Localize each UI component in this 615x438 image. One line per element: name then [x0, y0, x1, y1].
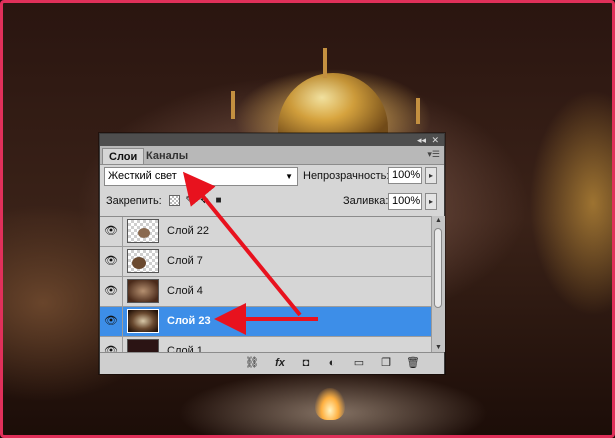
new-group-icon[interactable]: ▭ [351, 356, 367, 370]
blend-mode-value: Жесткий свет [108, 170, 177, 182]
collapse-icon[interactable]: ◂◂ [417, 134, 426, 146]
eye-icon[interactable]: 👁 [100, 307, 123, 336]
opacity-slider-button[interactable]: ▸ [425, 167, 437, 184]
spire [231, 91, 235, 119]
panel-titlebar[interactable]: ◂◂ ✕ [100, 134, 444, 146]
lock-all-icon[interactable]: ■ [213, 195, 224, 206]
layer-name: Слой 4 [167, 285, 203, 297]
tab-channels[interactable]: Каналы [140, 148, 194, 164]
fill-slider-button[interactable]: ▸ [425, 193, 437, 210]
lock-brush-icon[interactable]: ✎ [184, 195, 195, 206]
layer-row-selected[interactable]: 👁 Слой 23 [100, 307, 431, 337]
lock-label: Закрепить: [106, 195, 162, 207]
lock-transparency-icon[interactable] [169, 195, 180, 206]
layer-thumbnail [127, 249, 159, 273]
blend-mode-select[interactable]: Жесткий свет ▼ [104, 167, 298, 186]
layer-name: Слой 7 [167, 255, 203, 267]
layer-name: Слой 22 [167, 225, 210, 237]
delete-layer-icon[interactable]: 🗑 [405, 356, 421, 370]
close-icon[interactable]: ✕ [431, 134, 439, 146]
add-mask-icon[interactable]: ◘ [298, 356, 314, 370]
link-layers-icon[interactable]: ⛓ [244, 356, 260, 370]
layer-row[interactable]: 👁 Слой 1 [100, 337, 431, 353]
panel-menu-icon[interactable]: ▾☰ [427, 149, 440, 160]
layers-list: 👁 Слой 22 👁 Слой 7 👁 Слой 4 👁 Слой 23 👁 [100, 216, 431, 353]
layer-name: Слой 23 [167, 315, 211, 327]
lock-row: Закрепить: ✎ ✥ ■ Заливка: 100% ▸ [100, 193, 444, 213]
layer-name: Слой 1 [167, 345, 203, 353]
chevron-down-icon: ▼ [285, 172, 293, 181]
eye-icon[interactable]: 👁 [100, 277, 123, 306]
layer-thumbnail [127, 309, 159, 333]
blend-row: Жесткий свет ▼ Непрозрачность: 100% ▸ [100, 167, 444, 189]
layer-thumbnail [127, 279, 159, 303]
scroll-down-icon[interactable]: ▼ [432, 344, 445, 351]
fill-label: Заливка: [343, 195, 389, 207]
layers-toolbar: ⛓ fx ◘ ◐ ▭ ❐ 🗑 [100, 352, 444, 374]
tab-layers[interactable]: Слои [102, 148, 145, 164]
eye-icon[interactable]: 👁 [100, 247, 123, 276]
spire [323, 48, 327, 78]
opacity-label: Непрозрачность: [303, 170, 390, 182]
panel-tabs: Слои Каналы ▾☰ [100, 146, 444, 165]
scroll-up-icon[interactable]: ▲ [432, 217, 445, 224]
eye-icon[interactable]: 👁 [100, 217, 123, 246]
layer-thumbnail [127, 339, 159, 353]
layer-row[interactable]: 👁 Слой 4 [100, 277, 431, 307]
layer-row[interactable]: 👁 Слой 22 [100, 217, 431, 247]
layers-panel: ◂◂ ✕ Слои Каналы ▾☰ Жесткий свет ▼ Непро… [99, 133, 445, 374]
adjustment-layer-icon[interactable]: ◐ [324, 356, 340, 370]
fx-icon[interactable]: fx [272, 356, 288, 370]
opacity-input[interactable]: 100% [388, 167, 422, 184]
new-layer-icon[interactable]: ❐ [378, 356, 394, 370]
spire [416, 98, 420, 124]
lock-position-icon[interactable]: ✥ [199, 195, 210, 206]
campfire [315, 388, 345, 420]
layer-row[interactable]: 👁 Слой 7 [100, 247, 431, 277]
fill-input[interactable]: 100% [388, 193, 422, 210]
eye-icon[interactable]: 👁 [100, 337, 123, 353]
layers-scrollbar[interactable]: ▲ ▼ [431, 216, 445, 352]
layer-thumbnail [127, 219, 159, 243]
scrollbar-thumb[interactable] [434, 228, 442, 308]
